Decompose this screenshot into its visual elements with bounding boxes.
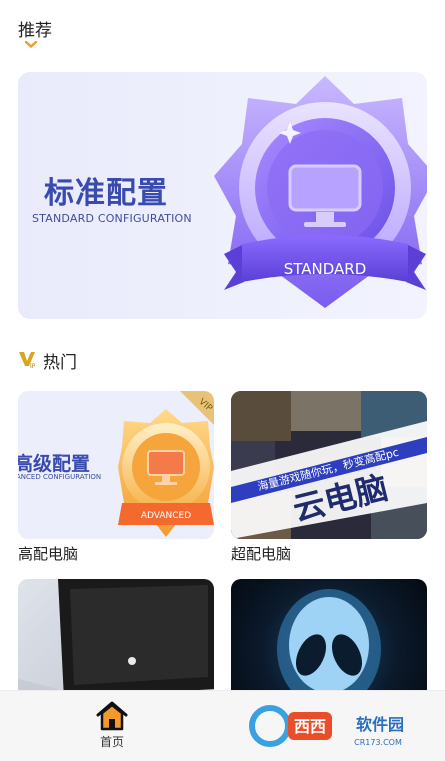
hero-title: 标准配置: [44, 176, 168, 211]
hero-subtitle: STANDARD CONFIGURATION: [32, 212, 192, 225]
cloud-pc-banner-image: 海量游戏随你玩，秒变高配pc 云电脑: [231, 391, 427, 539]
card-label-advanced[interactable]: 高配电脑: [18, 543, 78, 564]
vip-icon: IP: [19, 352, 36, 369]
advanced-badge-icon: ADVANCED VIP: [118, 391, 214, 537]
standard-badge-icon: STANDARD: [214, 76, 427, 308]
chevron-down-icon: [25, 41, 37, 48]
home-icon: [96, 701, 128, 731]
watermark-logo: 西西 软件园 CR173.COM: [249, 705, 404, 747]
card-label-cloud[interactable]: 超配电脑: [231, 543, 291, 564]
advanced-badge-text: ADVANCED: [141, 511, 191, 521]
svg-text:IP: IP: [30, 363, 36, 369]
svg-text:软件园: 软件园: [356, 715, 404, 734]
section-title-recommend: 推荐: [18, 21, 52, 41]
svg-text:CR173.COM: CR173.COM: [354, 738, 402, 747]
standard-config-card[interactable]: 标准配置 STANDARD CONFIGURATION STANDARD: [18, 72, 427, 319]
card-cloud-pc[interactable]: 海量游戏随你玩，秒变高配pc 云电脑: [231, 391, 427, 539]
section-title-hot: 热门: [43, 353, 77, 373]
card-advanced-title: 高级配置: [18, 453, 91, 475]
tab-home-label: 首页: [99, 735, 124, 749]
svg-text:西西: 西西: [294, 717, 326, 736]
card-advanced-pc[interactable]: 高级配置 ANCED CONFIGURATION ADVANCED VIP: [18, 391, 214, 539]
tab-home[interactable]: 首页: [90, 697, 134, 751]
hero-badge-text: STANDARD: [284, 260, 367, 278]
card-advanced-subtitle: ANCED CONFIGURATION: [18, 473, 102, 481]
